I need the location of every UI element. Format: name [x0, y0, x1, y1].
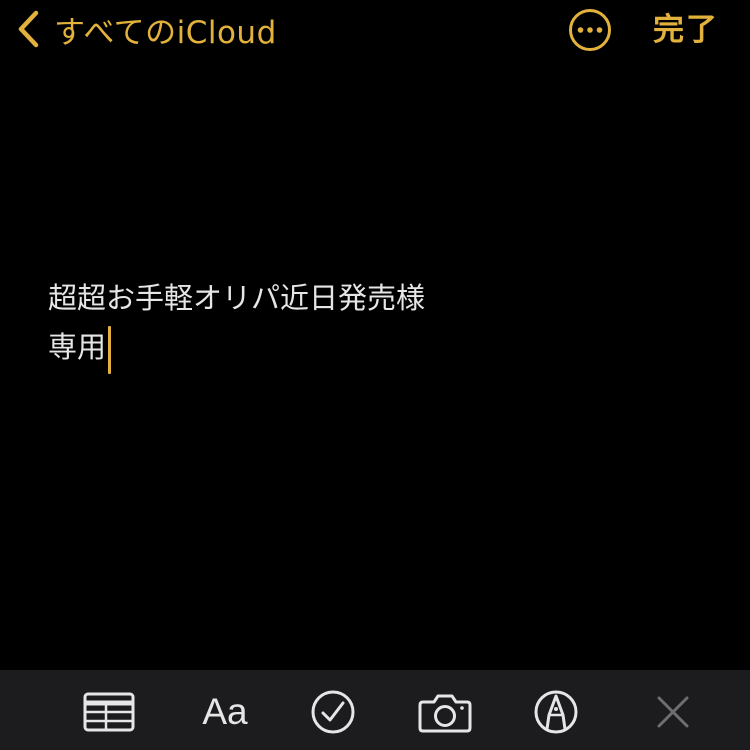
back-button[interactable]: すべてのiCloud — [14, 6, 277, 52]
note-line: 専用 — [48, 323, 708, 374]
notes-screen: すべてのiCloud 完了 超超お手軽オリパ近日発売様 専用 Aa — [0, 0, 750, 750]
format-button[interactable]: Aa — [195, 686, 255, 738]
text-format-icon: Aa — [202, 691, 248, 732]
table-button[interactable] — [79, 686, 139, 738]
ellipsis-circle-icon — [569, 9, 611, 51]
note-line: 超超お手軽オリパ近日発売様 — [48, 274, 708, 323]
close-button[interactable] — [643, 686, 703, 738]
back-label: すべてのiCloud — [54, 14, 277, 51]
checkmark-circle-icon — [311, 690, 355, 734]
bottom-toolbar: Aa — [0, 670, 750, 750]
done-button[interactable]: 完了 — [653, 8, 719, 52]
checklist-button[interactable] — [303, 686, 363, 738]
note-line-text: 専用 — [48, 330, 107, 364]
markup-button[interactable] — [526, 686, 586, 738]
chevron-left-icon — [18, 10, 39, 48]
navigation-bar: すべてのiCloud 完了 — [0, 0, 750, 60]
text-cursor — [108, 325, 112, 374]
note-editor[interactable]: 超超お手軽オリパ近日発売様 専用 — [48, 274, 708, 374]
more-options-button[interactable] — [567, 7, 613, 53]
camera-button[interactable] — [415, 686, 475, 738]
camera-icon — [418, 694, 472, 733]
note-line-text: 超超お手軽オリパ近日発売様 — [48, 281, 426, 315]
close-icon — [657, 696, 689, 728]
table-icon — [83, 692, 135, 732]
pen-tip-circle-icon — [534, 690, 578, 734]
